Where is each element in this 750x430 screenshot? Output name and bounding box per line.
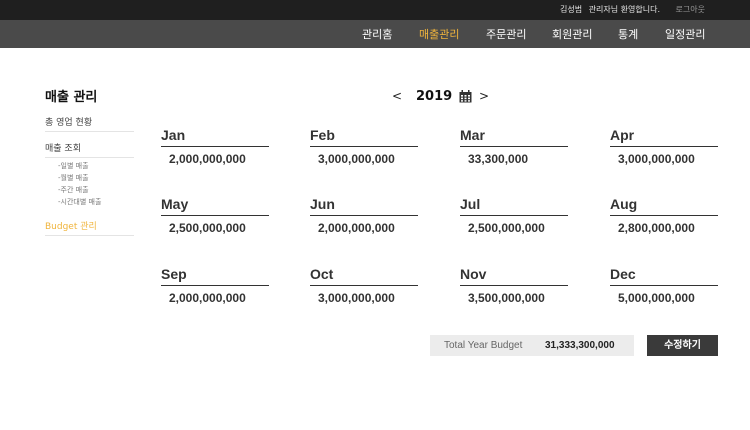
year-navigator: < 2019 > — [0, 89, 750, 107]
welcome-message: 김성범 관리자님 환영합니다. — [556, 4, 660, 15]
month-name: Mar — [460, 127, 568, 147]
top-bar: 김성범 관리자님 환영합니다. 로그아웃 — [0, 0, 750, 20]
month-card-may: May 2,500,000,000 — [161, 196, 269, 235]
next-year-button[interactable]: > — [479, 89, 489, 103]
welcome-text: 관리자님 환영합니다. — [588, 5, 660, 14]
sidebar-sub-monthly[interactable]: -월별 매출 — [58, 173, 89, 183]
month-card-mar: Mar 33,300,000 — [460, 127, 568, 166]
month-card-oct: Oct 3,000,000,000 — [310, 266, 418, 305]
month-budget-value[interactable]: 3,500,000,000 — [460, 291, 568, 305]
month-card-dec: Dec 5,000,000,000 — [610, 266, 718, 305]
month-name: Nov — [460, 266, 568, 286]
month-name: Jun — [310, 196, 418, 216]
nav-item-stats[interactable]: 통계 — [618, 26, 638, 42]
sidebar-item-budget[interactable]: Budget 관리 — [45, 219, 134, 236]
edit-button[interactable]: 수정하기 — [647, 335, 718, 356]
prev-year-button[interactable]: < — [392, 89, 402, 103]
month-budget-value[interactable]: 33,300,000 — [460, 152, 568, 166]
month-name: May — [161, 196, 269, 216]
month-card-aug: Aug 2,800,000,000 — [610, 196, 718, 235]
sidebar-item-total-status[interactable]: 총 영업 현황 — [45, 115, 134, 132]
nav-item-schedule[interactable]: 일정관리 — [665, 26, 705, 42]
month-budget-value[interactable]: 5,000,000,000 — [610, 291, 718, 305]
month-card-apr: Apr 3,000,000,000 — [610, 127, 718, 166]
nav-item-admin-home[interactable]: 관리홈 — [362, 26, 392, 42]
user-name: 김성범 — [560, 5, 583, 14]
nav-item-orders[interactable]: 주문관리 — [486, 26, 526, 42]
year-label: 2019 — [416, 89, 453, 104]
month-name: Aug — [610, 196, 718, 216]
month-name: Apr — [610, 127, 718, 147]
month-budget-value[interactable]: 2,500,000,000 — [161, 221, 269, 235]
month-budget-value[interactable]: 2,000,000,000 — [310, 221, 418, 235]
sidebar-item-sales-inquiry[interactable]: 매출 조회 — [45, 141, 134, 158]
month-budget-value[interactable]: 2,000,000,000 — [161, 152, 269, 166]
month-budget-value[interactable]: 3,000,000,000 — [310, 291, 418, 305]
total-value: 31,333,300,000 — [545, 340, 615, 351]
total-label: Total Year Budget — [444, 340, 523, 351]
month-card-feb: Feb 3,000,000,000 — [310, 127, 418, 166]
nav-item-sales[interactable]: 매출관리 — [419, 26, 459, 42]
month-name: Jul — [460, 196, 568, 216]
sidebar-sub-weekly[interactable]: -주간 매출 — [58, 185, 89, 195]
month-name: Dec — [610, 266, 718, 286]
month-card-jan: Jan 2,000,000,000 — [161, 127, 269, 166]
month-budget-value[interactable]: 2,500,000,000 — [460, 221, 568, 235]
logout-link[interactable]: 로그아웃 — [676, 4, 705, 15]
month-name: Jan — [161, 127, 269, 147]
main-nav: 관리홈 매출관리 주문관리 회원관리 통계 일정관리 — [0, 20, 750, 48]
month-budget-value[interactable]: 2,000,000,000 — [161, 291, 269, 305]
month-budget-value[interactable]: 2,800,000,000 — [610, 221, 718, 235]
sidebar-sub-hourly[interactable]: -시간대별 매출 — [58, 197, 101, 207]
month-name: Feb — [310, 127, 418, 147]
month-name: Sep — [161, 266, 269, 286]
nav-item-members[interactable]: 회원관리 — [552, 26, 592, 42]
total-year-budget-box: Total Year Budget 31,333,300,000 — [430, 335, 634, 356]
month-budget-value[interactable]: 3,000,000,000 — [310, 152, 418, 166]
month-card-sep: Sep 2,000,000,000 — [161, 266, 269, 305]
month-name: Oct — [310, 266, 418, 286]
month-budget-value[interactable]: 3,000,000,000 — [610, 152, 718, 166]
calendar-icon[interactable] — [459, 90, 472, 103]
sidebar-sub-daily[interactable]: -일별 매출 — [58, 161, 89, 171]
month-card-nov: Nov 3,500,000,000 — [460, 266, 568, 305]
month-card-jun: Jun 2,000,000,000 — [310, 196, 418, 235]
month-card-jul: Jul 2,500,000,000 — [460, 196, 568, 235]
